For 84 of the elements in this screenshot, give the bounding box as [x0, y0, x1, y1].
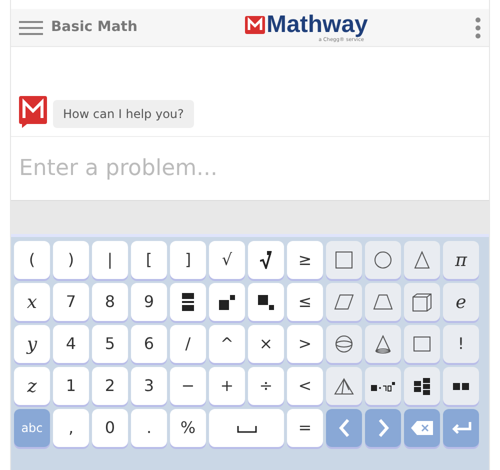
keyboard-key[interactable]: 8 — [92, 283, 128, 321]
vector-icon — [453, 382, 469, 390]
circle-key[interactable] — [365, 241, 401, 279]
keyboard-key[interactable]: [ — [131, 241, 167, 279]
keyboard-key[interactable]: ( — [14, 241, 50, 279]
keyboard-key[interactable]: 2 — [92, 367, 128, 405]
cone-icon — [375, 334, 391, 354]
cube-icon — [412, 292, 432, 312]
keyboard-key[interactable]: > — [287, 325, 323, 363]
matrix-key[interactable] — [404, 367, 440, 405]
bot-avatar-icon — [19, 96, 47, 128]
fraction-key[interactable] — [170, 283, 206, 321]
keyboard-key[interactable]: . — [131, 409, 167, 447]
keyboard-key[interactable]: | — [92, 241, 128, 279]
keyboard-key[interactable]: ! — [443, 325, 479, 363]
trapezoid-icon — [373, 294, 393, 310]
logo-icon — [244, 16, 265, 34]
square-icon — [335, 251, 353, 269]
circle-icon — [374, 251, 392, 269]
more-icon — [475, 17, 481, 40]
vector-key[interactable] — [443, 367, 479, 405]
pyramid-icon — [334, 378, 354, 394]
keyboard-key[interactable]: × — [248, 325, 284, 363]
keyboard-key[interactable]: y — [14, 325, 50, 363]
backspace-icon — [411, 421, 433, 435]
parallelogram-key[interactable] — [326, 283, 362, 321]
rectangle-key[interactable] — [404, 325, 440, 363]
keyboard-key[interactable]: π — [443, 241, 479, 279]
keyboard-key[interactable]: 9 — [131, 283, 167, 321]
fraction-icon — [182, 293, 194, 311]
keyboard-key[interactable]: ] — [170, 241, 206, 279]
keyboard-key[interactable]: 6 — [131, 325, 167, 363]
keyboard-key[interactable]: x — [14, 283, 50, 321]
superscript-icon — [219, 294, 235, 310]
keyboard-key[interactable]: 7 — [53, 283, 89, 321]
subscript-icon — [258, 294, 274, 310]
trapezoid-key[interactable] — [365, 283, 401, 321]
keyboard-key[interactable]: √ — [209, 241, 245, 279]
triangle-icon — [414, 251, 430, 269]
pyramid-key[interactable] — [326, 367, 362, 405]
keyboard-key[interactable]: 1 — [53, 367, 89, 405]
subject-title: Basic Math — [51, 18, 138, 37]
space-key[interactable] — [209, 409, 284, 447]
scientific-icon — [371, 380, 395, 392]
keyboard-key[interactable]: ) — [53, 241, 89, 279]
rectangle-icon — [413, 336, 431, 352]
keyboard-key[interactable]: ≤ — [287, 283, 323, 321]
keyboard-key[interactable]: z — [14, 367, 50, 405]
root-key[interactable] — [248, 241, 284, 279]
keyboard-key[interactable]: ^ — [209, 325, 245, 363]
sphere-icon — [335, 335, 353, 353]
chevron-left-icon — [338, 418, 350, 438]
cone-key[interactable] — [365, 325, 401, 363]
space-icon — [236, 423, 256, 433]
chevron-right-icon — [376, 418, 390, 438]
keyboard-key[interactable]: + — [209, 367, 245, 405]
keyboard-key[interactable]: / — [170, 325, 206, 363]
subscript-key[interactable] — [248, 283, 284, 321]
keyboard-key[interactable]: ≥ — [287, 241, 323, 279]
sphere-key[interactable] — [326, 325, 362, 363]
matrix-icon — [414, 378, 430, 394]
square-key[interactable] — [326, 241, 362, 279]
scientific-key[interactable] — [365, 367, 401, 405]
logo-text: Mathway — [266, 12, 368, 36]
keyboard-key[interactable]: − — [170, 367, 206, 405]
keyboard-key[interactable]: = — [287, 409, 323, 447]
keyboard-key[interactable]: < — [287, 367, 323, 405]
parallelogram-icon — [334, 294, 354, 310]
keyboard-key[interactable]: e — [443, 283, 479, 321]
keyboard-key[interactable]: , — [53, 409, 89, 447]
keyboard-key[interactable]: 5 — [92, 325, 128, 363]
keyboard-key[interactable]: % — [170, 409, 206, 447]
more-button[interactable] — [475, 16, 481, 40]
keyboard-key[interactable]: 4 — [53, 325, 89, 363]
keyboard-key[interactable]: 0 — [92, 409, 128, 447]
keyboard-key[interactable]: 3 — [131, 367, 167, 405]
keyboard-key[interactable]: ÷ — [248, 367, 284, 405]
triangle-key[interactable] — [404, 241, 440, 279]
superscript-key[interactable] — [209, 283, 245, 321]
chat-message: How can I help you? — [53, 100, 194, 128]
root-icon — [260, 251, 272, 269]
enter-icon — [450, 421, 472, 435]
cube-key[interactable] — [404, 283, 440, 321]
menu-icon — [19, 20, 43, 36]
